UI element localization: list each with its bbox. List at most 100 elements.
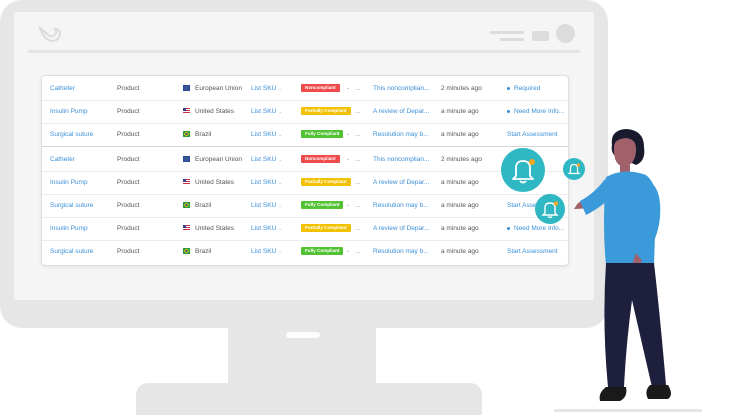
timestamp: a minute ago [441,202,479,209]
more-options[interactable]: ... [355,171,365,194]
product-name-link[interactable]: Surgical suture [50,123,108,146]
compliance-badge[interactable]: Partially Compliant [301,107,351,115]
more-options[interactable]: ... [355,77,365,100]
review-note-link[interactable]: Resolution may b... [373,240,431,263]
bird-logo-icon[interactable] [38,26,62,44]
header-divider [28,50,580,53]
more-options[interactable]: ... [355,194,365,217]
notification-bell-large[interactable] [501,148,545,192]
us-flag-icon [183,179,190,185]
chevron-down-icon: ⌄ [278,157,283,163]
more-options[interactable]: ... [355,240,365,263]
country-flag [183,131,190,137]
item-type: Product [117,248,140,255]
country-name: European Union [195,85,242,92]
timestamp: 2 minutes ago [441,156,482,163]
country-flag [183,248,190,254]
eu-flag-icon [183,156,190,162]
us-flag-icon [183,108,190,114]
list-sku-dropdown[interactable]: List SKU ⌄ [251,194,299,217]
chevron-down-icon: ⌄ [278,203,283,209]
product-name-link[interactable]: Catheter [50,77,108,100]
product-name-link[interactable]: Insulin Pump [50,217,108,240]
table-row[interactable]: Surgical suture Product Brazil List SKU ⌄ Fu… [42,123,568,147]
table-row[interactable]: Surgical suture Product Brazil List SKU ⌄ Fu… [42,240,568,263]
table-row[interactable]: Catheter Product European Union List SKU ⌄ N… [42,77,568,101]
compliance-badge[interactable]: Fully Compliant [301,130,344,138]
brazil-flag-icon [183,131,190,137]
review-note-link[interactable]: Resolution may b... [373,123,431,146]
chevron-down-icon: ⌄ [278,249,283,255]
review-note-link[interactable]: This noncomplian... [373,148,431,171]
country-flag [183,225,190,231]
status-dot [507,109,510,113]
review-note-link[interactable]: A review of Depar... [373,171,431,194]
country-name: Brazil [195,248,212,255]
eu-flag-icon [183,85,190,91]
more-options[interactable]: ... [355,148,365,171]
table-row[interactable]: Insulin Pump Product United States List SKU… [42,100,568,124]
review-note-link[interactable]: Resolution may b... [373,194,431,217]
compliance-badge[interactable]: Partially Compliant [301,178,351,186]
chevron-down-icon: ⌄ [278,180,283,186]
country-flag [183,108,190,114]
list-sku-dropdown[interactable]: List SKU ⌄ [251,123,299,146]
compliance-badge[interactable]: Fully Compliant [301,247,344,255]
product-name-link[interactable]: Surgical suture [50,240,108,263]
country-name: United States [195,225,235,232]
item-type: Product [117,131,140,138]
avatar[interactable] [556,24,575,43]
compliance-table: Catheter Product European Union List SKU ⌄ N… [41,75,569,266]
table-row[interactable]: Insulin Pump Product United States List SKU… [42,217,568,241]
compliance-badge[interactable]: Noncompliant [301,155,340,163]
more-options[interactable]: ... [355,217,365,240]
compliance-badge[interactable]: Noncompliant [301,84,340,92]
timestamp: a minute ago [441,131,479,138]
product-name-link[interactable]: Insulin Pump [50,171,108,194]
status-dot [507,86,510,90]
header-button[interactable] [532,31,549,41]
item-type: Product [117,202,140,209]
more-options[interactable]: ... [355,100,365,123]
list-sku-dropdown[interactable]: List SKU ⌄ [251,77,299,100]
table-row[interactable]: Insulin Pump Product United States List SKU… [42,171,568,195]
country-flag [183,85,190,91]
header-menu-lines [490,31,524,45]
product-name-link[interactable]: Catheter [50,148,108,171]
status-dot [507,226,510,230]
monitor-stand-base [136,383,482,415]
more-options[interactable]: ... [355,123,365,146]
review-note-link[interactable]: A review of Depar... [373,217,431,240]
country-flag [183,156,190,162]
monitor-sensor [286,332,320,338]
compliance-badge[interactable]: Partially Compliant [301,224,351,232]
review-note-link[interactable]: This noncomplian... [373,77,431,100]
country-name: United States [195,108,235,115]
item-type: Product [117,179,140,186]
country-name: United States [195,179,235,186]
bell-icon [512,159,535,184]
status-action[interactable]: Need More Info... [507,100,567,123]
product-name-link[interactable]: Insulin Pump [50,100,108,123]
notification-dot [529,159,535,165]
compliance-badge[interactable]: Fully Compliant [301,201,344,209]
list-sku-dropdown[interactable]: List SKU ⌄ [251,100,299,123]
item-type: Product [117,225,140,232]
chevron-down-icon: ⌄ [278,132,283,138]
item-type: Product [117,108,140,115]
status-action[interactable]: Required [507,77,567,100]
list-sku-dropdown[interactable]: List SKU ⌄ [251,171,299,194]
country-flag [183,202,190,208]
list-sku-dropdown[interactable]: List SKU ⌄ [251,148,299,171]
us-flag-icon [183,225,190,231]
review-note-link[interactable]: A review of Depar... [373,100,431,123]
item-type: Product [117,156,140,163]
country-flag [183,179,190,185]
list-sku-dropdown[interactable]: List SKU ⌄ [251,240,299,263]
timestamp: a minute ago [441,179,479,186]
list-sku-dropdown[interactable]: List SKU ⌄ [251,217,299,240]
table-row[interactable]: Catheter Product European Union List SKU ⌄ N… [42,148,568,172]
product-name-link[interactable]: Surgical suture [50,194,108,217]
table-row[interactable]: Surgical suture Product Brazil List SKU ⌄ Fu… [42,194,568,218]
brazil-flag-icon [183,248,190,254]
